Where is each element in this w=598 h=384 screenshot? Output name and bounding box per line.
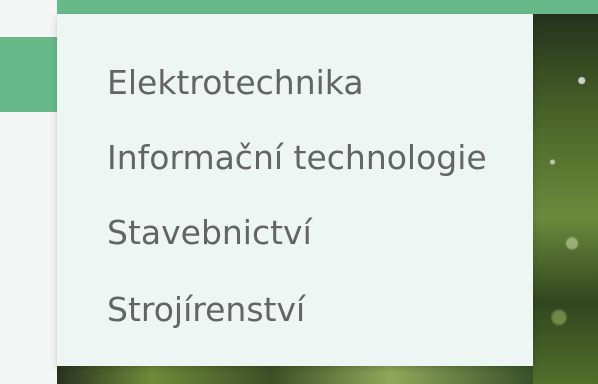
background-photo-edge <box>533 14 598 384</box>
menu-item-strojirenstvi[interactable]: Strojírenství <box>107 293 305 326</box>
top-accent-bar <box>57 0 598 14</box>
background-photo-strip <box>57 366 533 384</box>
left-accent-block <box>0 37 57 112</box>
menu-item-informacni-technologie[interactable]: Informační technologie <box>107 141 487 174</box>
menu-item-stavebnictvi[interactable]: Stavebnictví <box>107 216 312 249</box>
menu-item-elektrotechnika[interactable]: Elektrotechnika <box>107 66 364 99</box>
dropdown-menu: Elektrotechnika Informační technologie S… <box>57 14 533 366</box>
